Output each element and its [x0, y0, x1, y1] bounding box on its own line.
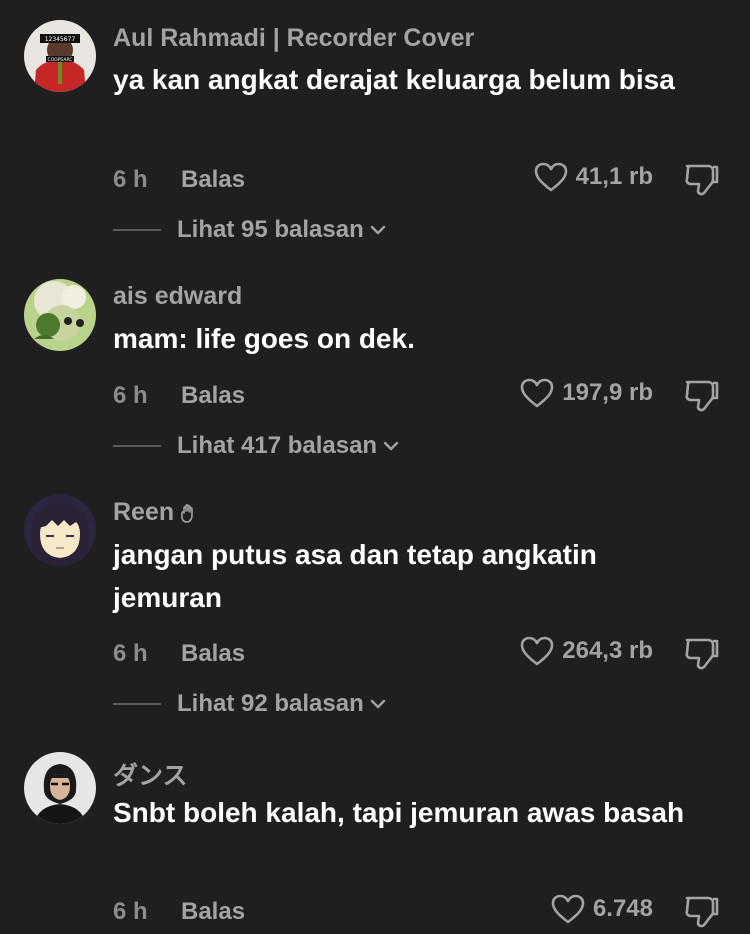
chevron-down-icon — [383, 441, 399, 451]
comment-text: ya kan angkat derajat keluarga belum bis… — [113, 64, 675, 95]
view-replies-label: Lihat 95 balasan — [177, 216, 364, 243]
comment-username[interactable]: Reen — [113, 498, 198, 527]
replies-divider — [113, 703, 161, 705]
like-button[interactable]: 197,9 rb — [520, 378, 653, 408]
like-button[interactable]: 264,3 rb — [520, 636, 653, 666]
comment-username[interactable]: ダンス — [113, 756, 188, 792]
comment-time: 6 h — [113, 382, 148, 409]
chevron-down-icon — [370, 225, 385, 235]
comment-text: jangan putus asa dan tetap angkatin jemu… — [113, 539, 597, 613]
reply-button[interactable]: Balas — [181, 382, 245, 410]
avatar-caption-top: 12345677 — [45, 36, 76, 43]
thumbs-down-icon[interactable] — [684, 378, 720, 412]
view-replies-link[interactable]: Lihat 417 balasan — [177, 432, 399, 460]
thumbs-down-icon[interactable] — [684, 162, 720, 196]
like-button[interactable]: 41,1 rb — [534, 162, 653, 192]
like-count: 264,3 rb — [562, 637, 653, 664]
chevron-down-icon — [370, 699, 385, 709]
comment-username[interactable]: ais edward — [113, 282, 242, 311]
like-count: 6.748 — [592, 895, 653, 922]
replies-divider — [113, 229, 161, 231]
view-replies-label: Lihat 92 balasan — [177, 690, 364, 717]
avatar[interactable] — [24, 494, 96, 566]
comment-text: mam: life goes on dek. — [113, 323, 415, 354]
comment-time: 6 h — [113, 640, 148, 667]
hand-badge-icon — [181, 504, 193, 524]
like-count: 41,1 rb — [575, 163, 653, 190]
avatar[interactable] — [24, 752, 96, 824]
reply-button[interactable]: Balas — [181, 898, 245, 926]
heart-outline-icon — [534, 162, 567, 192]
replies-divider — [113, 445, 161, 447]
view-replies-link[interactable]: Lihat 92 balasan — [177, 690, 386, 718]
heart-outline-icon — [551, 894, 585, 924]
username-label: Reen — [113, 498, 175, 526]
comment-username[interactable]: Aul Rahmadi | Recorder Cover — [113, 24, 474, 53]
heart-outline-icon — [520, 636, 554, 666]
comment-time: 6 h — [113, 898, 148, 925]
like-button[interactable]: 6.748 — [551, 894, 653, 924]
view-replies-link[interactable]: Lihat 95 balasan — [177, 216, 386, 244]
thumbs-down-icon[interactable] — [684, 894, 720, 928]
reply-button[interactable]: Balas — [181, 166, 245, 194]
reply-button[interactable]: Balas — [181, 640, 245, 668]
avatar[interactable]: 12345677 COOPSARC — [24, 20, 96, 92]
comment-time: 6 h — [113, 166, 148, 193]
like-count: 197,9 rb — [562, 379, 653, 406]
view-replies-label: Lihat 417 balasan — [177, 432, 378, 459]
thumbs-down-icon[interactable] — [684, 636, 720, 670]
heart-outline-icon — [520, 378, 554, 408]
avatar[interactable] — [24, 279, 96, 351]
comment-text: Snbt boleh kalah, tapi jemuran awas basa… — [113, 797, 685, 828]
